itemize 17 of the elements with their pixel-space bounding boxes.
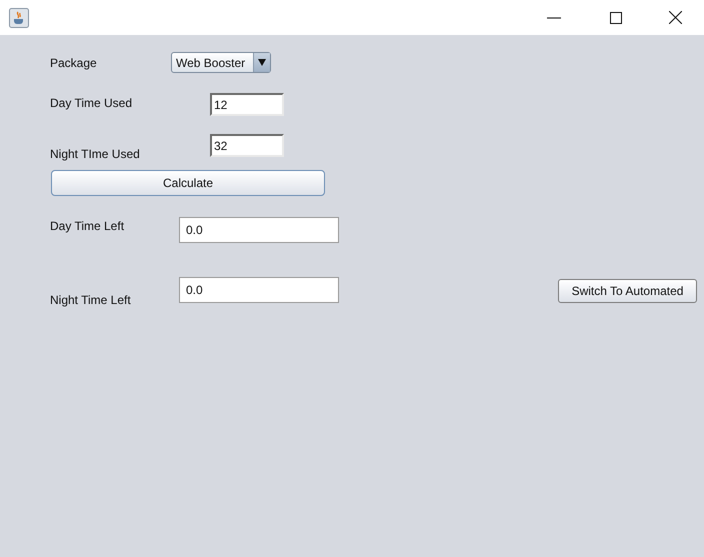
maximize-icon[interactable]: [610, 12, 622, 24]
package-dropdown[interactable]: Web Booster: [171, 52, 271, 73]
switch-button[interactable]: Switch To Automated: [558, 279, 697, 303]
result-label: Night Time Left: [50, 292, 132, 309]
result-field[interactable]: 0.0: [179, 217, 339, 243]
result-label: Day Time Left: [50, 218, 126, 235]
coffee-cup-icon: [9, 8, 29, 28]
minimize-icon[interactable]: [547, 16, 561, 18]
number-field[interactable]: 32: [210, 134, 284, 157]
result-field[interactable]: 0.0: [179, 277, 339, 303]
calculate-button[interactable]: Calculate: [51, 170, 325, 196]
caret-icon: [258, 59, 266, 66]
package-label: Package: [50, 54, 98, 72]
field-label: Night TIme Used: [50, 146, 141, 163]
close-icon[interactable]: [669, 11, 682, 24]
field-label: Day Time Used: [50, 95, 134, 112]
number-field[interactable]: 12: [210, 93, 284, 116]
